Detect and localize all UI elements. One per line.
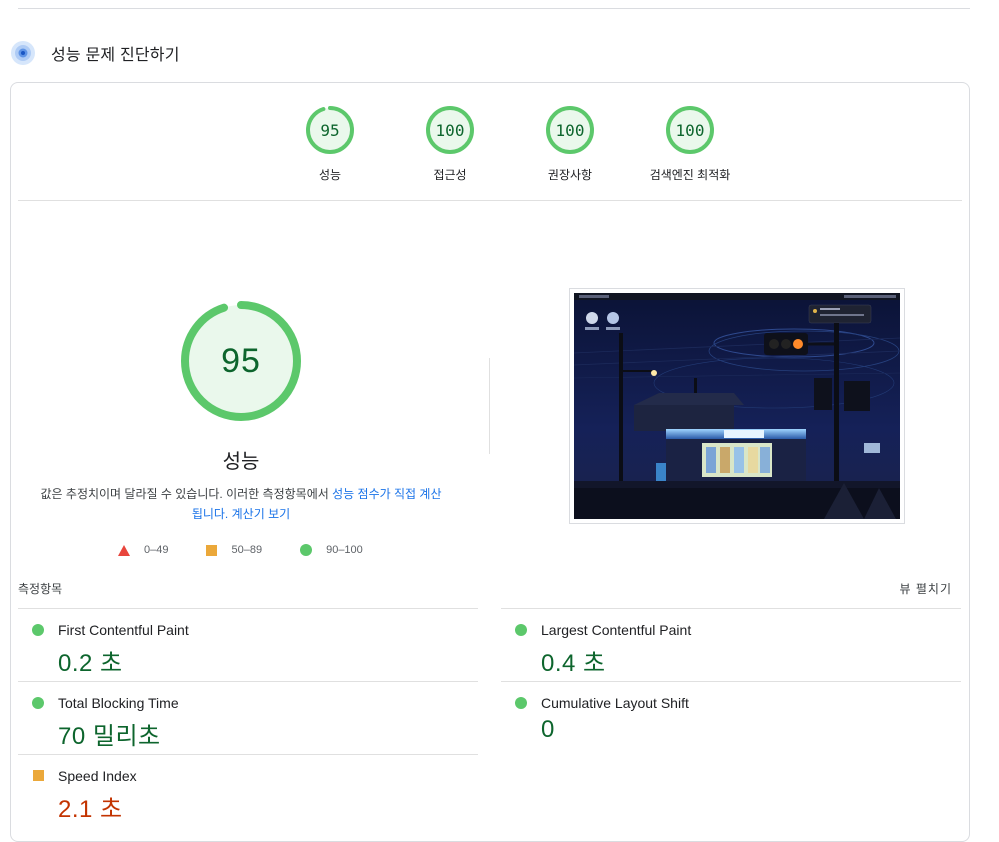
metric-value: 70 밀리초 xyxy=(58,723,161,750)
square-average-icon xyxy=(33,770,44,781)
metric-speed-index: Speed Index 2.1 초 xyxy=(18,754,478,827)
score-legend: 0–49 50–89 90–100 xyxy=(118,544,401,556)
summary-seo[interactable]: 100 검색엔진 최적화 xyxy=(630,105,750,183)
triangle-fail-icon xyxy=(118,544,130,556)
circle-pass-icon xyxy=(515,624,527,636)
circle-pass-icon xyxy=(515,697,527,709)
final-screenshot-image xyxy=(574,293,900,519)
circle-pass-icon xyxy=(32,697,44,709)
performance-gauge: 95 xyxy=(180,300,302,422)
summary-best-practices[interactable]: 100 권장사항 xyxy=(510,105,630,183)
expand-view-toggle[interactable]: 뷰 펼치기 xyxy=(900,580,953,597)
legend-average: 50–89 xyxy=(206,544,262,556)
score-label: 접근성 xyxy=(433,168,467,182)
metric-value: 0 xyxy=(541,716,555,743)
score-label: 검색엔진 최적화 xyxy=(649,168,731,182)
metrics-header: 측정항목 뷰 펼치기 xyxy=(18,580,958,597)
metrics-title: 측정항목 xyxy=(18,582,63,596)
score-gauge: 95 xyxy=(305,105,355,155)
metric-name: Total Blocking Time xyxy=(58,695,179,711)
summary-performance[interactable]: 95 성능 xyxy=(270,105,390,183)
metric-cls: Cumulative Layout Shift 0 xyxy=(501,681,961,754)
metric-value: 2.1 초 xyxy=(58,796,123,823)
score-summary: 95 성능 100 접근성 100 권장사항 100 검색엔진 최적화 xyxy=(270,105,750,183)
score-gauge: 100 xyxy=(425,105,475,155)
performance-score: 95 xyxy=(221,341,261,380)
metric-lcp: Largest Contentful Paint 0.4 초 xyxy=(501,608,961,681)
legend-range: 0–49 xyxy=(144,544,169,556)
score-gauge: 100 xyxy=(545,105,595,155)
vertical-divider xyxy=(489,358,490,454)
top-divider xyxy=(18,8,970,9)
score-value: 100 xyxy=(555,120,585,140)
circle-pass-icon xyxy=(300,544,313,556)
description-text: 값은 추정치이며 달라질 수 있습니다. 이러한 측정항목에서 xyxy=(40,487,333,501)
metric-name: First Contentful Paint xyxy=(58,622,189,638)
score-label: 권장사항 xyxy=(547,168,593,182)
summary-accessibility[interactable]: 100 접근성 xyxy=(390,105,510,183)
metric-name: Speed Index xyxy=(58,768,137,784)
diagnostics-icon xyxy=(11,41,35,65)
section-header: 성능 문제 진단하기 xyxy=(10,38,180,68)
metric-tbt: Total Blocking Time 70 밀리초 xyxy=(18,681,478,754)
score-gauge: 100 xyxy=(665,105,715,155)
metric-name: Cumulative Layout Shift xyxy=(541,695,689,711)
performance-description: 값은 추정치이며 달라질 수 있습니다. 이러한 측정항목에서 성능 점수가 직… xyxy=(40,484,442,524)
metric-name: Largest Contentful Paint xyxy=(541,622,692,638)
score-value: 100 xyxy=(435,120,465,140)
performance-title: 성능 xyxy=(222,451,260,473)
metric-fcp: First Contentful Paint 0.2 초 xyxy=(18,608,478,681)
square-average-icon xyxy=(206,544,218,556)
legend-range: 90–100 xyxy=(326,544,363,556)
score-value: 95 xyxy=(320,120,340,140)
legend-fail: 0–49 xyxy=(118,544,168,556)
legend-range: 50–89 xyxy=(231,544,263,556)
final-screenshot xyxy=(569,288,905,524)
summary-divider xyxy=(18,200,962,201)
section-title: 성능 문제 진단하기 xyxy=(51,47,180,64)
score-value: 100 xyxy=(675,120,705,140)
circle-pass-icon xyxy=(32,624,44,636)
legend-pass: 90–100 xyxy=(300,544,363,556)
score-label: 성능 xyxy=(318,168,342,182)
metric-value: 0.4 초 xyxy=(541,650,606,677)
metric-value: 0.2 초 xyxy=(58,650,123,677)
calculator-link[interactable]: 계산기 보기 xyxy=(232,507,291,521)
